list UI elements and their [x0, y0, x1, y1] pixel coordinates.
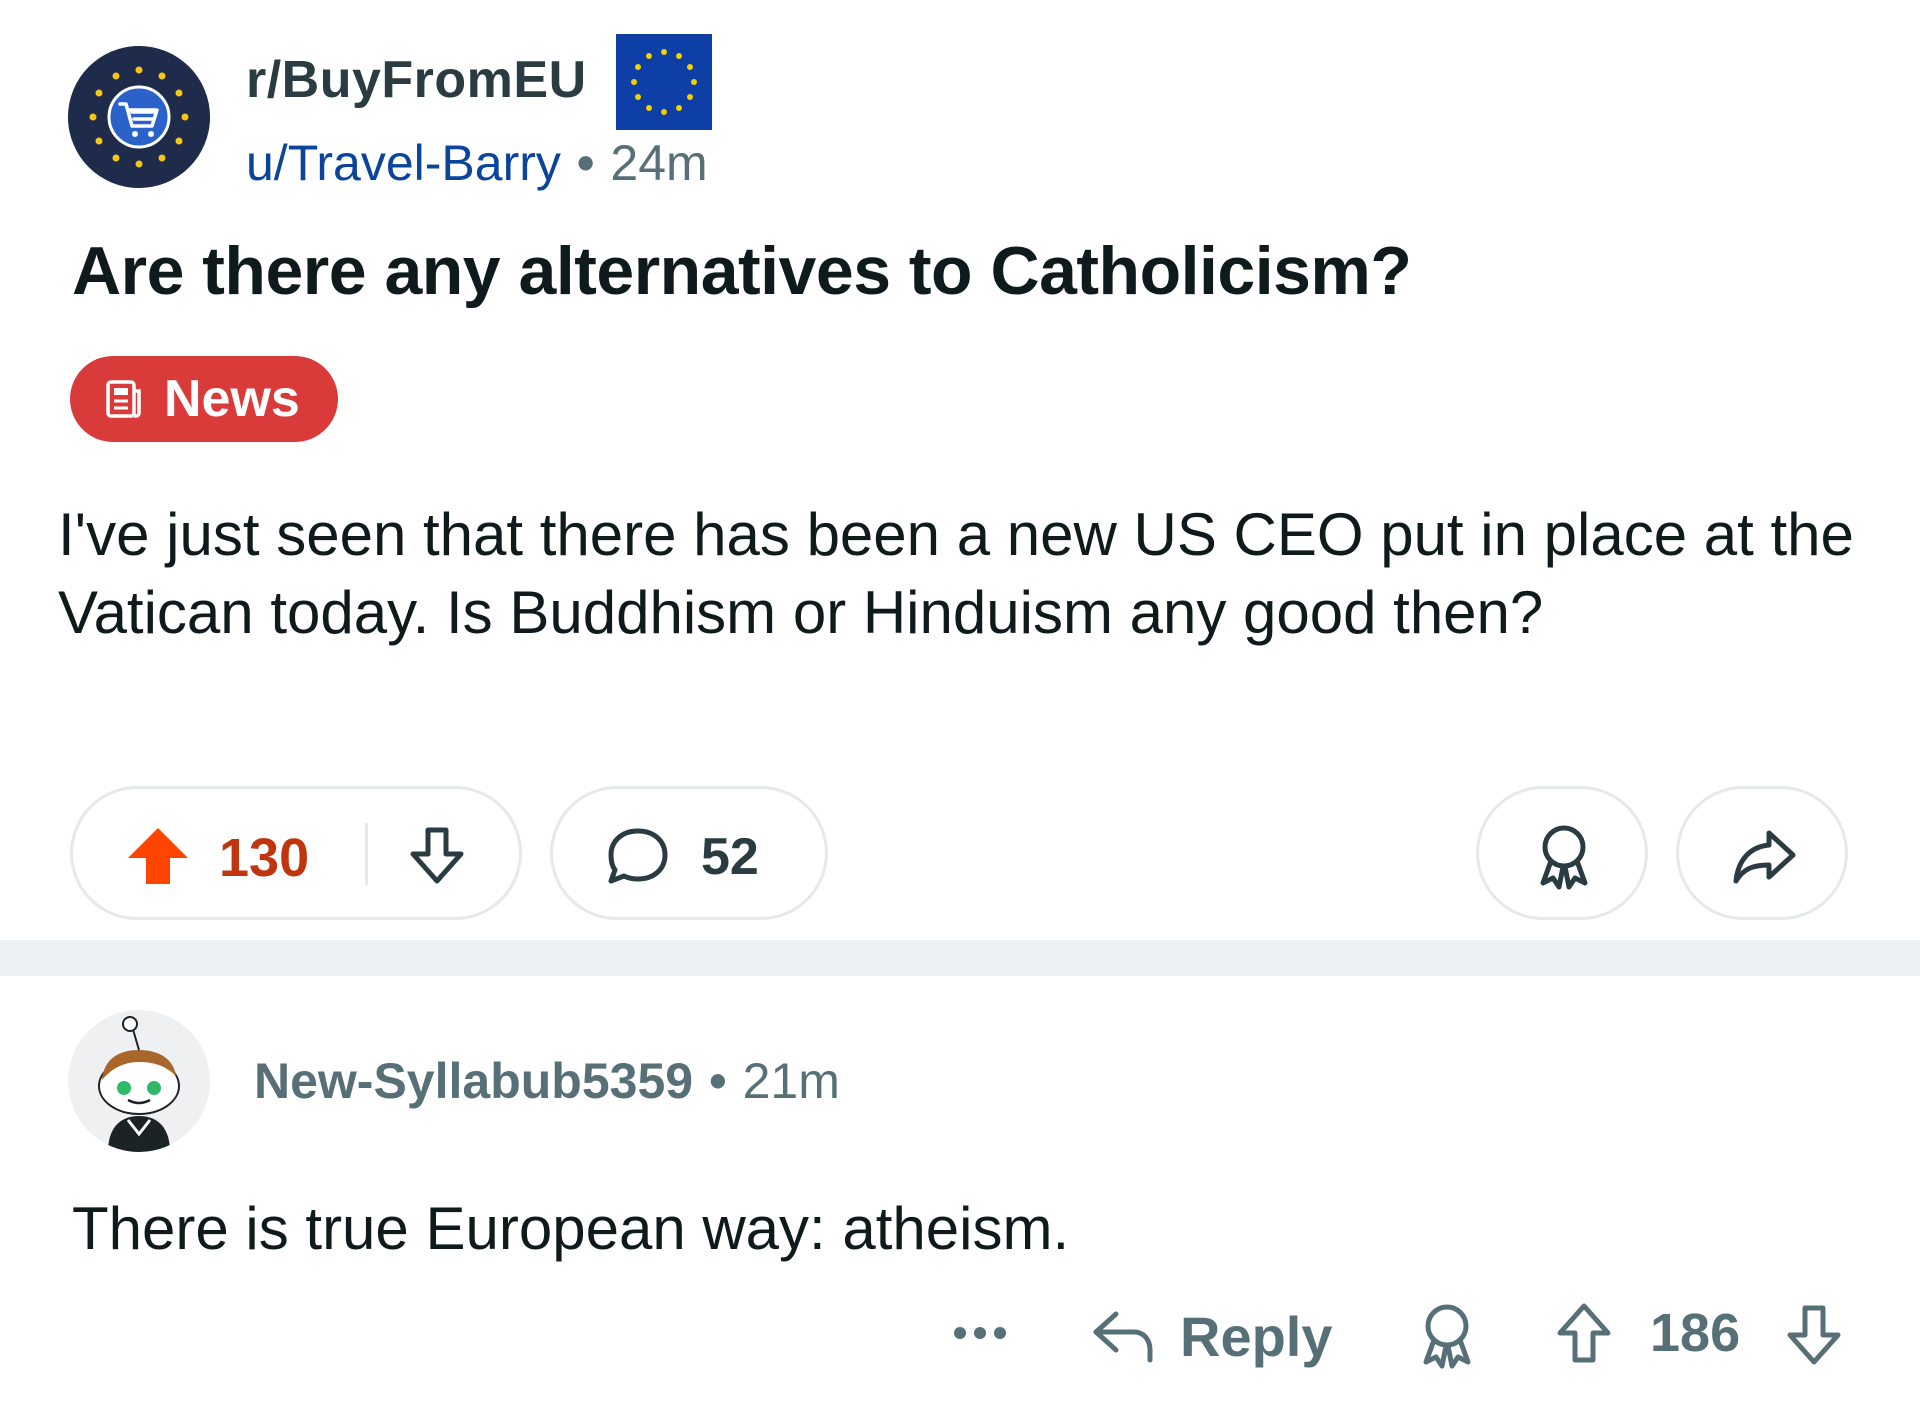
downvote-arrow-icon[interactable] [405, 825, 469, 887]
award-ribbon-icon [1540, 825, 1588, 890]
comment-body: There is true European way: atheism. [72, 1195, 1070, 1262]
post-vote-count: 130 [219, 828, 310, 888]
post-age: 24m [610, 135, 708, 191]
award-ribbon-icon[interactable] [1414, 1300, 1480, 1370]
meta-separator: • [576, 135, 595, 191]
snoo-avatar-icon [68, 1010, 210, 1152]
flair-badge[interactable]: News [70, 356, 338, 442]
reply-button[interactable]: Reply [1090, 1296, 1333, 1376]
share-arrow-icon [1733, 830, 1796, 884]
subreddit-avatar[interactable] [68, 46, 210, 188]
reply-label: Reply [1180, 1304, 1333, 1368]
eu-flag-icon [616, 34, 712, 130]
downvote-arrow-icon[interactable] [1782, 1302, 1846, 1368]
subreddit-name[interactable]: r/BuyFromEU [246, 50, 587, 110]
comments-button[interactable]: 52 [550, 786, 828, 920]
section-divider [0, 940, 1920, 976]
comment-vote-count: 186 [1650, 1303, 1741, 1363]
flair-label: News [164, 370, 300, 428]
upvote-arrow-icon[interactable] [125, 825, 191, 887]
post-meta: u/Travel-Barry • 24m [246, 134, 708, 192]
upvote-arrow-icon[interactable] [1552, 1300, 1616, 1366]
comment-author-avatar[interactable] [68, 1010, 210, 1152]
comment-age: 21m [742, 1053, 840, 1109]
more-dots-icon[interactable] [950, 1318, 1010, 1348]
comment-count: 52 [701, 828, 759, 886]
eu-shopping-cart-icon [68, 46, 210, 188]
comment-meta: New-Syllabub5359 • 21m [254, 1052, 840, 1110]
meta-separator: • [709, 1053, 727, 1109]
share-button[interactable] [1676, 786, 1848, 920]
vote-divider [365, 823, 368, 885]
newspaper-icon [106, 380, 141, 418]
speech-bubble-icon [608, 828, 668, 884]
award-button[interactable] [1476, 786, 1648, 920]
comment-author-link[interactable]: New-Syllabub5359 [254, 1053, 693, 1109]
reply-arrow-icon [1093, 1311, 1153, 1363]
vote-bar: 130 [70, 786, 522, 920]
post-body: I've just seen that there has been a new… [58, 501, 1854, 646]
post-title[interactable]: Are there any alternatives to Catholicis… [72, 232, 1412, 310]
post-author-link[interactable]: u/Travel-Barry [246, 135, 561, 191]
